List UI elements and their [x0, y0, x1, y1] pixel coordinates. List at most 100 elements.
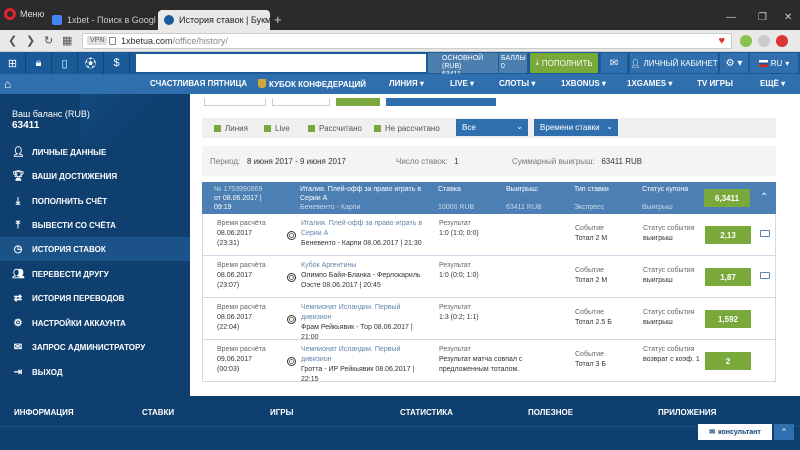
nav-item-line[interactable]: ЛИНИЯ ▾ — [389, 79, 424, 88]
nav-item-lucky-friday[interactable]: СЧАСТЛИВАЯ ПЯТНИЦА — [150, 79, 247, 88]
lock-icon[interactable] — [109, 37, 116, 45]
forward-arrow-icon[interactable]: ❯ — [26, 34, 35, 47]
event-league[interactable]: Чемпионат Исландии. Первый дивизион — [301, 303, 427, 323]
sidebar-item-withdraw[interactable]: ⤒ ВЫВЕСТИ СО СЧЁТА — [0, 213, 190, 237]
language-select[interactable]: RU ▾ — [750, 53, 798, 73]
browser-tab-google[interactable]: 1xbet - Поиск в Google ✕ — [46, 10, 156, 30]
filter-line-checkbox[interactable]: Линия — [214, 124, 248, 133]
deposit-button[interactable]: ⤓ ПОПОЛНИТЬ — [530, 53, 598, 73]
vpn-badge[interactable]: VPN — [87, 36, 108, 45]
footer-info-link[interactable]: ИНФОРМАЦИЯ — [14, 408, 74, 417]
coupon-header[interactable]: № 1753990869 от 08.06.2017 | 09:19 Италия… — [202, 182, 776, 214]
windows-icon[interactable]: ⊞ — [0, 52, 26, 74]
export-button[interactable] — [386, 98, 496, 106]
reload-icon[interactable]: ↻ — [44, 34, 53, 47]
stake-label: Ставка — [438, 186, 461, 193]
event-coef-badge[interactable]: 2 — [705, 352, 751, 370]
nav-item-1xbonus[interactable]: 1XBONUS ▾ — [561, 79, 606, 88]
event-status-label: Статус события — [643, 309, 695, 316]
count-value: 1 — [454, 157, 459, 166]
event-match: Беневенто - Карпи 08.06.2017 | 21:30 — [301, 240, 422, 247]
event-coef-badge[interactable]: 2,13 — [705, 226, 751, 244]
nav-item-1xgames[interactable]: 1XGAMES ▾ — [627, 79, 672, 88]
filter-live-checkbox[interactable]: Live — [264, 124, 290, 133]
sidebar-item-account-settings[interactable]: ⚙ НАСТРОЙКИ АККАУНТА — [0, 311, 190, 335]
nav-item-tv-games[interactable]: TV ИГРЫ — [697, 79, 733, 88]
consultant-chat-button[interactable]: ✉ консультант — [698, 424, 772, 440]
bonus-account-box[interactable]: БАЛЛЫ 0 — [499, 53, 527, 73]
sidebar-item-admin-request[interactable]: ✉ ЗАПРОС АДМИНИСТРАТОРУ — [0, 335, 190, 359]
settings-gear-icon[interactable]: ⚙ ▾ — [720, 53, 748, 73]
new-tab-button[interactable]: + — [274, 12, 282, 27]
coupon-coef-badge[interactable]: 6,3411 — [704, 189, 750, 207]
close-window-icon[interactable]: ✕ — [784, 12, 792, 23]
filter-unsettled-checkbox[interactable]: Не рассчитано — [374, 124, 440, 133]
minimize-window-icon[interactable]: — — [726, 12, 736, 23]
tv-icon[interactable] — [760, 272, 770, 279]
messages-icon[interactable]: ✉ — [601, 53, 627, 73]
event-coef-badge[interactable]: 1,87 — [705, 268, 751, 286]
sidebar-item-achievements[interactable]: 🏆︎ ВАШИ ДОСТИЖЕНИЯ — [0, 164, 190, 188]
win-value: 63411 RUB — [506, 204, 542, 211]
settle-hour: (22:04) — [217, 324, 240, 331]
sidebar-item-label: ВЫХОД — [32, 367, 63, 377]
sidebar-item-label: ПОПОЛНИТЬ СЧЁТ — [32, 196, 108, 206]
chevron-down-icon: ⌄ — [516, 122, 523, 131]
logout-icon: ⇥ — [13, 366, 23, 378]
footer-apps-link[interactable]: ПРИЛОЖЕНИЯ — [658, 408, 716, 417]
sidebar-item-bet-history[interactable]: ◷ ИСТОРИЯ СТАВОК — [0, 237, 190, 261]
maximize-window-icon[interactable]: ❐ — [758, 12, 767, 23]
personal-cabinet-button[interactable]: 👤︎ ЛИЧНЫЙ КАБИНЕТ — [630, 53, 718, 73]
footer-games-link[interactable]: ИГРЫ — [270, 408, 293, 417]
scroll-up-icon[interactable]: ⌃ — [774, 424, 794, 440]
tv-icon[interactable] — [760, 230, 770, 237]
main-account-box[interactable]: ОСНОВНОЙ (RUB) 63411 — [428, 53, 498, 78]
tab-title: История ставок | Букмек — [179, 15, 270, 25]
event-league[interactable]: Кубок Аргентины — [301, 261, 427, 271]
home-icon[interactable]: ⌂ — [4, 77, 11, 91]
sidebar-item-transfer-history[interactable]: ⇄ ИСТОРИЯ ПЕРЕВОДОВ — [0, 286, 190, 310]
dollar-icon[interactable]: $ — [104, 52, 130, 74]
footer-bets-link[interactable]: СТАВКИ — [142, 408, 174, 417]
result-value: 1:0 (1:0; 0:0) — [439, 230, 479, 237]
event-league[interactable]: Чемпионат Исландии. Первый дивизион — [301, 345, 427, 365]
lock-icon[interactable]: 🔒︎ — [26, 52, 52, 74]
footer-useful-link[interactable]: ПОЛЕЗНОЕ — [528, 408, 573, 417]
extension-icon[interactable] — [758, 35, 770, 47]
date-to-input[interactable] — [272, 98, 330, 106]
site-top-bar: ⊞ 🔒︎ ▯ ⚽︎ $ ОСНОВНОЙ (RUB) 63411 БАЛЛЫ 0… — [0, 52, 800, 78]
sidebar-item-personal-data[interactable]: 👤︎ ЛИЧНЫЕ ДАННЫЕ — [0, 140, 190, 164]
sidebar-item-deposit[interactable]: ⤓ ПОПОЛНИТЬ СЧЁТ — [0, 189, 190, 213]
nav-item-confed-cup[interactable]: КУБОК КОНФЕДЕРАЦИЙ — [258, 79, 366, 89]
speed-dial-icon[interactable]: ▦ — [62, 34, 72, 47]
sort-select[interactable]: Времени ставки ⌄ — [534, 119, 618, 136]
nav-item-more[interactable]: ЕЩЁ ▾ — [760, 79, 785, 88]
filter-settled-checkbox[interactable]: Рассчитано — [308, 124, 362, 133]
mobile-icon[interactable]: ▯ — [52, 52, 78, 74]
chevron-up-icon[interactable]: ⌃ — [760, 192, 768, 203]
bookmark-heart-icon[interactable]: ♥ — [718, 35, 725, 47]
sidebar-item-transfer-friend[interactable]: 👥︎ ПЕРЕВЕСТИ ДРУГУ — [0, 262, 190, 286]
date-from-input[interactable] — [204, 98, 266, 106]
event-league[interactable]: Италия. Плей-офф за право играть в Серии… — [301, 219, 427, 239]
extension-icon[interactable] — [740, 35, 752, 47]
nav-item-live[interactable]: LIVE ▾ — [450, 79, 474, 88]
nav-item-slots[interactable]: СЛОТЫ ▾ — [499, 79, 535, 88]
settle-date: 08.06.2017 — [217, 314, 253, 321]
footer-stats-link[interactable]: СТАТИСТИКА — [400, 408, 453, 417]
event-row: Время расчёта 08.06.2017 (23:31) Италия. П… — [202, 214, 776, 256]
url-input[interactable]: VPN 1xbetua.com/office/history/ ♥ — [82, 33, 732, 49]
event-coef-badge[interactable]: 1,592 — [705, 310, 751, 328]
event-value: Тотал 2 М — [575, 277, 608, 284]
settle-time: Время расчёта 09.06.2017 (00:03) — [217, 345, 266, 375]
sidebar-item-logout[interactable]: ⇥ ВЫХОД — [0, 360, 190, 384]
back-arrow-icon[interactable]: ❮ — [8, 34, 17, 47]
browser-menu-button[interactable]: Меню — [4, 8, 44, 20]
result-value: 1:3 (0:2; 1:1) — [439, 314, 479, 321]
browser-tab-history[interactable]: История ставок | Букмек ✕ — [158, 10, 270, 30]
show-button[interactable] — [336, 98, 380, 106]
cabinet-label: ЛИЧНЫЙ КАБИНЕТ — [643, 58, 718, 68]
soccer-ball-icon[interactable]: ⚽︎ — [78, 52, 104, 74]
bet-type-select[interactable]: Все ⌄ — [456, 119, 528, 136]
adblock-icon[interactable] — [776, 35, 788, 47]
